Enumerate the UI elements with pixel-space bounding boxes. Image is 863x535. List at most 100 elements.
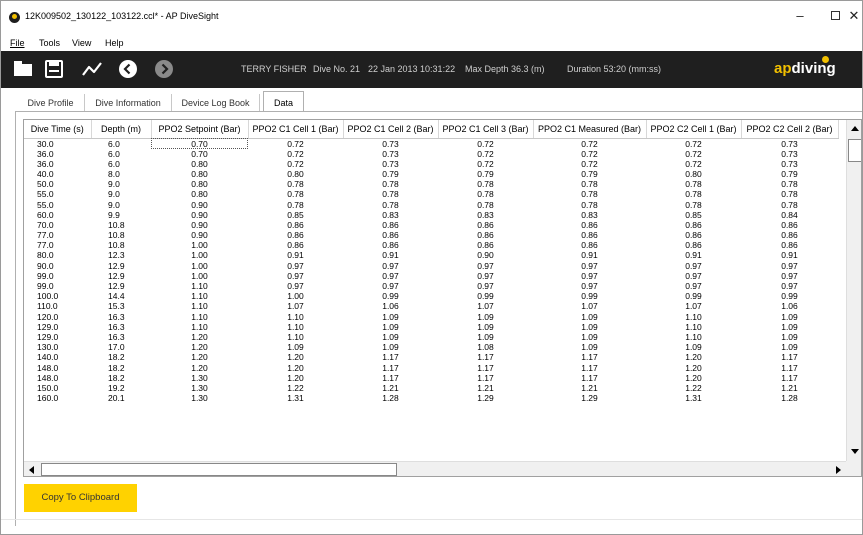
scroll-down-icon[interactable] <box>847 443 861 461</box>
table-cell[interactable]: 8.0 <box>91 169 151 179</box>
tab-data[interactable]: Data <box>263 91 304 113</box>
table-cell[interactable]: 1.07 <box>646 301 741 311</box>
table-cell[interactable]: 36.0 <box>24 159 91 169</box>
table-cell[interactable]: 0.97 <box>533 261 646 271</box>
table-cell[interactable]: 1.00 <box>151 250 248 260</box>
table-row[interactable]: 55.0 9.0 0.90 0.78 0.78 0.78 0.78 0.78 0.78 <box>24 199 838 210</box>
table-cell[interactable]: 0.97 <box>741 261 838 271</box>
table-cell[interactable]: 50.0 <box>24 179 91 189</box>
table-cell[interactable]: 1.20 <box>646 352 741 362</box>
table-cell[interactable]: 0.73 <box>741 138 838 149</box>
table-cell[interactable]: 1.09 <box>533 322 646 332</box>
table-cell[interactable]: 0.78 <box>438 199 533 210</box>
table-row[interactable]: 80.0 12.3 1.00 0.91 0.91 0.90 0.91 0.91 0.91 <box>24 250 838 260</box>
table-cell[interactable]: 1.00 <box>248 291 343 301</box>
table-cell[interactable]: 1.07 <box>533 301 646 311</box>
table-row[interactable]: 160.0 20.1 1.30 1.31 1.28 1.29 1.29 1.31 1.28 <box>24 393 838 403</box>
table-cell[interactable]: 0.70 <box>151 149 248 159</box>
open-folder-button[interactable] <box>12 58 34 80</box>
table-cell[interactable]: 1.09 <box>533 342 646 352</box>
minimize-button[interactable]: – <box>782 5 818 27</box>
table-cell[interactable]: 1.20 <box>248 373 343 383</box>
table-cell[interactable]: 70.0 <box>24 220 91 230</box>
table-cell[interactable]: 110.0 <box>24 301 91 311</box>
table-cell[interactable]: 1.29 <box>438 393 533 403</box>
table-row[interactable]: 129.0 16.3 1.20 1.10 1.09 1.09 1.09 1.10 1.09 <box>24 332 838 342</box>
table-cell[interactable]: 77.0 <box>24 230 91 240</box>
table-row[interactable]: 77.0 10.8 1.00 0.86 0.86 0.86 0.86 0.86 0.86 <box>24 240 838 250</box>
table-cell[interactable]: 0.72 <box>646 138 741 149</box>
table-cell[interactable]: 0.97 <box>438 271 533 281</box>
table-cell[interactable]: 1.09 <box>343 332 438 342</box>
table-cell[interactable]: 12.9 <box>91 271 151 281</box>
table-cell[interactable]: 1.20 <box>248 362 343 373</box>
table-cell[interactable]: 55.0 <box>24 189 91 199</box>
table-cell[interactable]: 1.09 <box>646 342 741 352</box>
table-row[interactable]: 140.0 18.2 1.20 1.20 1.17 1.17 1.17 1.20 1.17 <box>24 352 838 362</box>
column-header[interactable]: PPO2 C1 Measured (Bar) <box>533 120 647 139</box>
table-cell[interactable]: 18.2 <box>91 352 151 362</box>
table-cell[interactable]: 0.86 <box>248 230 343 240</box>
table-cell[interactable]: 0.72 <box>646 149 741 159</box>
table-cell[interactable]: 16.3 <box>91 332 151 342</box>
column-header[interactable]: PPO2 C2 Cell 1 (Bar) <box>646 120 742 139</box>
table-cell[interactable]: 1.17 <box>741 373 838 383</box>
table-cell[interactable]: 1.30 <box>151 383 248 393</box>
table-cell[interactable]: 30.0 <box>24 138 91 149</box>
table-row[interactable]: 40.0 8.0 0.80 0.80 0.79 0.79 0.79 0.80 0.79 <box>24 169 838 179</box>
column-header[interactable]: Depth (m) <box>91 120 152 139</box>
table-cell[interactable]: 1.17 <box>438 373 533 383</box>
table-cell[interactable]: 0.83 <box>438 210 533 220</box>
table-cell[interactable]: 0.86 <box>438 240 533 250</box>
table-cell[interactable]: 1.09 <box>438 312 533 322</box>
table-cell[interactable]: 16.3 <box>91 322 151 332</box>
table-row[interactable]: 129.0 16.3 1.10 1.10 1.09 1.09 1.09 1.10 1.09 <box>24 322 838 332</box>
table-cell[interactable]: 0.90 <box>151 220 248 230</box>
table-cell[interactable]: 1.09 <box>533 332 646 342</box>
table-cell[interactable]: 0.72 <box>533 159 646 169</box>
scroll-left-icon[interactable] <box>24 462 40 476</box>
table-cell[interactable]: 0.97 <box>248 281 343 291</box>
tab-dive-information[interactable]: Dive Information <box>85 94 172 112</box>
save-button[interactable] <box>43 58 65 80</box>
table-cell[interactable]: 0.86 <box>343 240 438 250</box>
table-cell[interactable]: 0.86 <box>533 220 646 230</box>
table-cell[interactable]: 0.86 <box>533 230 646 240</box>
previous-dive-button[interactable] <box>117 58 139 80</box>
table-cell[interactable]: 148.0 <box>24 373 91 383</box>
table-cell[interactable]: 0.78 <box>741 189 838 199</box>
table-cell[interactable]: 0.72 <box>438 159 533 169</box>
table-cell[interactable]: 1.17 <box>533 373 646 383</box>
table-cell[interactable]: 9.0 <box>91 199 151 210</box>
table-cell[interactable]: 0.79 <box>533 169 646 179</box>
table-cell[interactable]: 0.78 <box>343 179 438 189</box>
table-cell[interactable]: 0.70 <box>151 138 248 149</box>
table-cell[interactable]: 99.0 <box>24 281 91 291</box>
table-cell[interactable]: 120.0 <box>24 312 91 322</box>
table-cell[interactable]: 0.97 <box>343 261 438 271</box>
table-row[interactable]: 60.0 9.9 0.90 0.85 0.83 0.83 0.83 0.85 0.84 <box>24 210 838 220</box>
table-row[interactable]: 148.0 18.2 1.30 1.20 1.17 1.17 1.17 1.20 1.17 <box>24 373 838 383</box>
table-cell[interactable]: 0.78 <box>741 199 838 210</box>
table-cell[interactable]: 1.10 <box>151 291 248 301</box>
table-cell[interactable]: 1.21 <box>741 383 838 393</box>
table-cell[interactable]: 0.78 <box>646 179 741 189</box>
table-cell[interactable]: 0.72 <box>438 138 533 149</box>
table-cell[interactable]: 0.72 <box>248 149 343 159</box>
table-cell[interactable]: 0.79 <box>343 169 438 179</box>
table-cell[interactable]: 0.78 <box>343 199 438 210</box>
table-cell[interactable]: 55.0 <box>24 199 91 210</box>
table-cell[interactable]: 40.0 <box>24 169 91 179</box>
table-cell[interactable]: 0.78 <box>438 179 533 189</box>
table-cell[interactable]: 0.78 <box>533 179 646 189</box>
table-cell[interactable]: 0.86 <box>248 220 343 230</box>
table-cell[interactable]: 1.21 <box>438 383 533 393</box>
table-cell[interactable]: 1.09 <box>438 322 533 332</box>
table-cell[interactable]: 129.0 <box>24 322 91 332</box>
table-cell[interactable]: 60.0 <box>24 210 91 220</box>
table-row[interactable]: 30.0 6.0 0.70 0.72 0.73 0.72 0.72 0.72 0.73 <box>24 138 838 149</box>
table-row[interactable]: 148.0 18.2 1.20 1.20 1.17 1.17 1.17 1.20 1.17 <box>24 362 838 373</box>
table-cell[interactable]: 10.8 <box>91 220 151 230</box>
table-cell[interactable]: 0.72 <box>533 138 646 149</box>
table-cell[interactable]: 80.0 <box>24 250 91 260</box>
